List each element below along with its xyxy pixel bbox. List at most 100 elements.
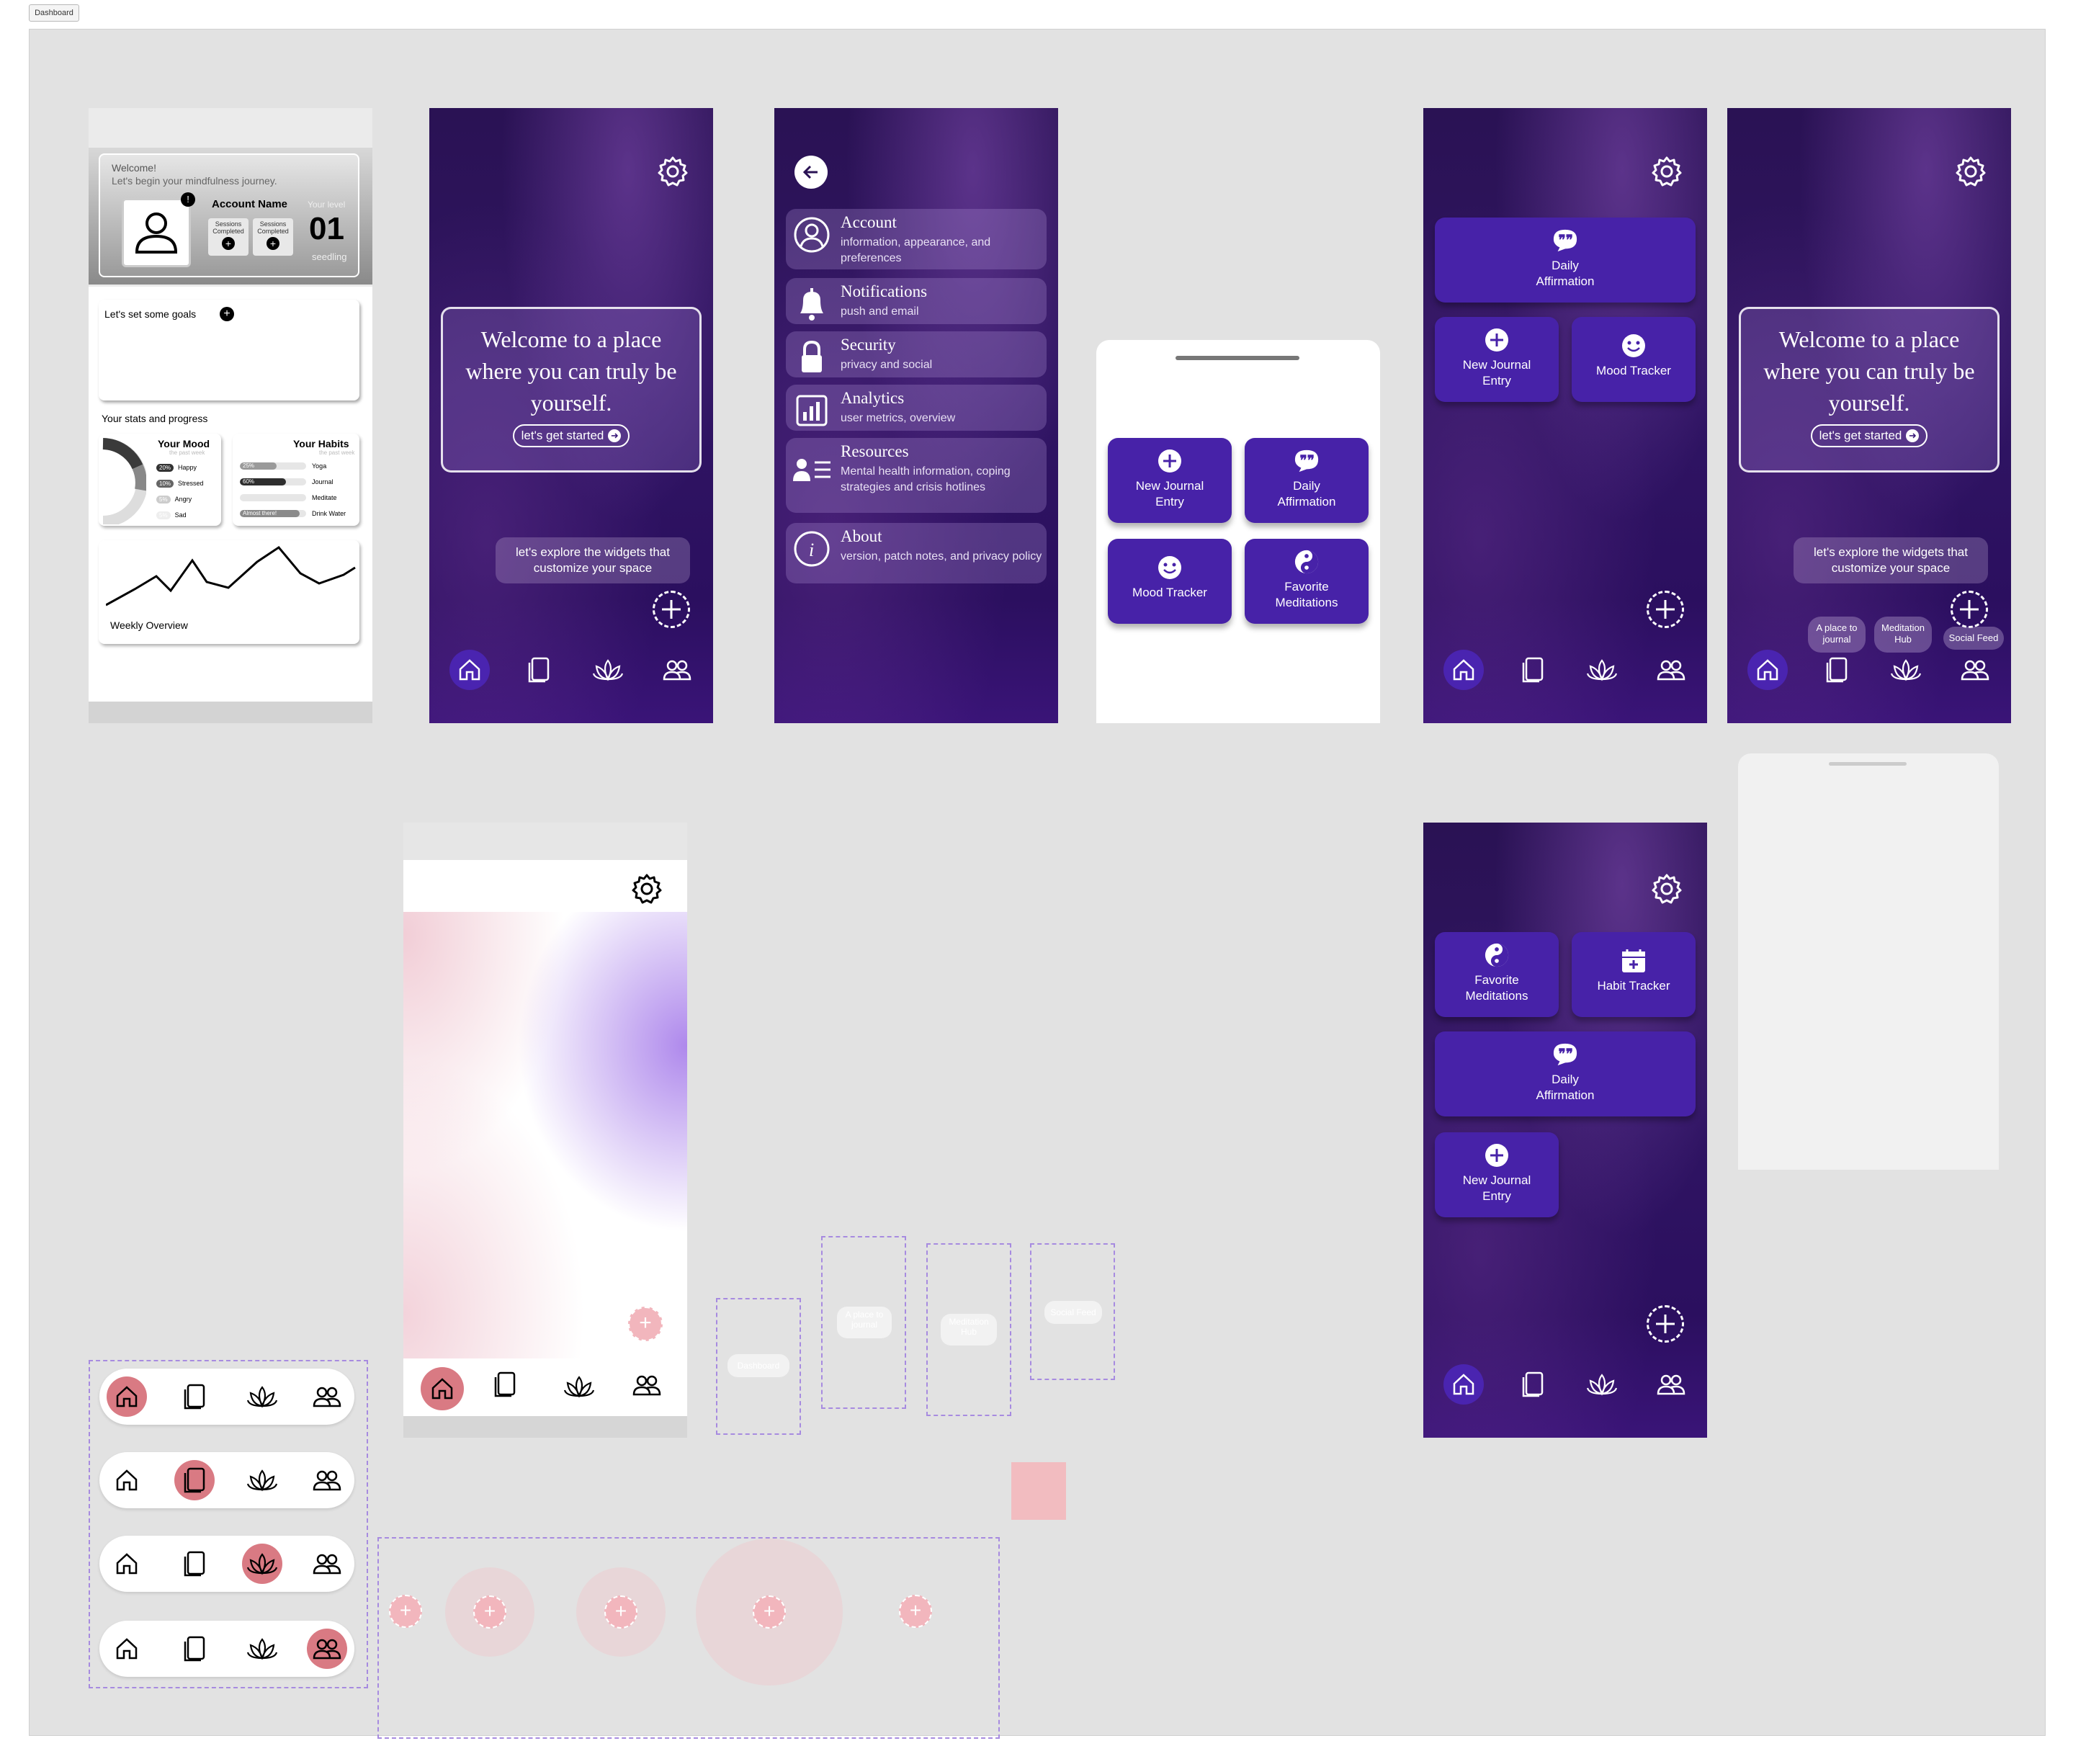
goals-card[interactable]: Let's set some goals + bbox=[99, 300, 359, 400]
navbar-variant-meditation[interactable] bbox=[99, 1536, 354, 1592]
nav-journal[interactable] bbox=[174, 1460, 215, 1500]
journal-icon bbox=[1522, 657, 1544, 683]
nav-social[interactable] bbox=[1955, 650, 1995, 690]
plus-variant-halo-large[interactable]: + bbox=[696, 1539, 843, 1685]
ghost-label-journal[interactable]: A place to journal bbox=[837, 1307, 892, 1338]
nav-social[interactable] bbox=[632, 1373, 661, 1401]
nav-social[interactable] bbox=[1651, 650, 1691, 690]
nav-journal[interactable] bbox=[1817, 650, 1857, 690]
nav-meditation[interactable] bbox=[588, 650, 628, 690]
nav-home[interactable] bbox=[107, 1544, 147, 1584]
gear-icon[interactable] bbox=[657, 156, 689, 187]
nav-journal[interactable] bbox=[1513, 1364, 1553, 1405]
gear-icon[interactable] bbox=[1651, 156, 1683, 187]
widget-favorite-meditations[interactable]: Favorite Meditations bbox=[1435, 932, 1559, 1017]
nav-meditation[interactable] bbox=[1886, 650, 1926, 690]
add-goal-icon[interactable]: + bbox=[220, 307, 234, 321]
add-session-icon[interactable]: + bbox=[267, 237, 279, 250]
nav-hint-journal[interactable]: A place to journal bbox=[1808, 617, 1866, 653]
habit-row: Meditate bbox=[240, 490, 355, 506]
nav-home[interactable] bbox=[1443, 650, 1484, 690]
nav-meditation[interactable] bbox=[242, 1544, 282, 1584]
add-widget-button[interactable] bbox=[1647, 1305, 1684, 1343]
settings-row-analytics[interactable]: Analytics user metrics, overview bbox=[786, 385, 1047, 431]
settings-row-notifications[interactable]: Notifications push and email bbox=[786, 278, 1047, 324]
profile-card: Welcome! Let's begin your mindfulness jo… bbox=[99, 153, 359, 277]
nav-home[interactable] bbox=[1747, 650, 1788, 690]
nav-journal[interactable] bbox=[174, 1376, 215, 1417]
add-widget-button[interactable] bbox=[1951, 591, 1988, 628]
nav-home[interactable] bbox=[449, 650, 490, 690]
mood-card[interactable]: Your Mood the past week 20% Happy 10% Stre… bbox=[99, 434, 221, 526]
ghost-label-social[interactable]: Social Feed bbox=[1044, 1301, 1102, 1324]
add-widget-button[interactable]: + bbox=[628, 1307, 663, 1341]
notification-badge[interactable]: ! bbox=[181, 192, 195, 207]
widget-habit-tracker[interactable]: Habit Tracker bbox=[1572, 932, 1696, 1017]
nav-meditation[interactable] bbox=[1582, 1364, 1622, 1405]
add-session-icon[interactable]: + bbox=[222, 237, 235, 250]
ghost-label-meditation[interactable]: Meditation Hub bbox=[941, 1314, 997, 1346]
nav-social[interactable] bbox=[307, 1544, 347, 1584]
habits-card[interactable]: Your Habits the past week 25% Yoga 60% Jou… bbox=[233, 434, 359, 526]
nav-meditation[interactable] bbox=[242, 1460, 282, 1500]
add-widget-button[interactable] bbox=[1647, 591, 1684, 628]
settings-row-about[interactable]: i About version, patch notes, and privac… bbox=[786, 523, 1047, 583]
ghost-label-dashboard[interactable]: Dashboard bbox=[727, 1354, 789, 1377]
navbar-variant-social[interactable] bbox=[99, 1621, 354, 1677]
gear-icon[interactable] bbox=[1651, 873, 1683, 905]
nav-journal[interactable] bbox=[174, 1629, 215, 1669]
nav-meditation[interactable] bbox=[242, 1376, 282, 1417]
widget-mood-tracker[interactable]: Mood Tracker bbox=[1108, 539, 1232, 624]
widget-daily-affirmation[interactable]: ❞❞ Daily Affirmation bbox=[1245, 438, 1369, 523]
nav-home[interactable] bbox=[107, 1460, 147, 1500]
widget-new-journal[interactable]: New Journal Entry bbox=[1435, 317, 1559, 402]
nav-hint-social[interactable]: Social Feed bbox=[1943, 627, 2004, 650]
nav-home[interactable] bbox=[107, 1376, 147, 1417]
gear-icon[interactable] bbox=[1955, 156, 1987, 187]
navbar-variant-journal[interactable] bbox=[99, 1452, 354, 1508]
settings-row-resources[interactable]: Resources Mental health information, cop… bbox=[786, 438, 1047, 513]
plus-variant-plain[interactable]: + bbox=[899, 1595, 932, 1628]
settings-row-security[interactable]: Security privacy and social bbox=[786, 331, 1047, 377]
widget-new-journal[interactable]: New Journal Entry bbox=[1108, 438, 1232, 523]
widget-mood-tracker[interactable]: Mood Tracker bbox=[1572, 317, 1696, 402]
navbar-variant-home[interactable] bbox=[99, 1369, 354, 1425]
nav-social[interactable] bbox=[657, 650, 697, 690]
get-started-button[interactable]: let's get started ➜ bbox=[1810, 424, 1928, 447]
sheet-handle[interactable] bbox=[1176, 356, 1299, 360]
nav-journal[interactable] bbox=[493, 1371, 517, 1401]
level-label: Your level bbox=[308, 200, 346, 210]
widget-favorite-meditations[interactable]: Favorite Meditations bbox=[1245, 539, 1369, 624]
nav-hint-meditation[interactable]: Meditation Hub bbox=[1874, 617, 1932, 653]
weekly-overview-card[interactable]: Weekly Overview bbox=[99, 540, 359, 644]
goals-label: Let's set some goals bbox=[104, 308, 197, 320]
back-button[interactable] bbox=[794, 156, 828, 189]
nav-home[interactable] bbox=[1443, 1364, 1484, 1405]
settings-row-account[interactable]: Account information, appearance, and pre… bbox=[786, 209, 1047, 269]
nav-journal[interactable] bbox=[519, 650, 559, 690]
widget-new-journal[interactable]: New Journal Entry bbox=[1435, 1132, 1559, 1217]
nav-social[interactable] bbox=[307, 1376, 347, 1417]
add-widget-button[interactable] bbox=[653, 591, 690, 628]
nav-home[interactable] bbox=[421, 1367, 464, 1410]
nav-home[interactable] bbox=[107, 1629, 147, 1669]
nav-meditation[interactable] bbox=[242, 1629, 282, 1669]
gear-icon[interactable] bbox=[631, 873, 663, 905]
frame-label[interactable]: Dashboard bbox=[29, 4, 79, 22]
sheet-handle[interactable] bbox=[1829, 762, 1907, 766]
get-started-button[interactable]: let's get started ➜ bbox=[512, 424, 630, 447]
plus-variant-small[interactable]: + bbox=[389, 1595, 422, 1628]
nav-meditation[interactable] bbox=[563, 1374, 595, 1402]
avatar[interactable] bbox=[122, 198, 191, 267]
home-icon bbox=[459, 659, 480, 681]
widget-daily-affirmation[interactable]: ❞❞ Daily Affirmation bbox=[1435, 218, 1696, 303]
plus-variant-halo-2[interactable]: + bbox=[576, 1567, 666, 1657]
widget-daily-affirmation[interactable]: ❞❞ Daily Affirmation bbox=[1435, 1031, 1696, 1116]
nav-meditation[interactable] bbox=[1582, 650, 1622, 690]
nav-journal[interactable] bbox=[1513, 650, 1553, 690]
nav-social[interactable] bbox=[307, 1460, 347, 1500]
nav-journal[interactable] bbox=[174, 1544, 215, 1584]
nav-social[interactable] bbox=[307, 1629, 347, 1669]
nav-social[interactable] bbox=[1651, 1364, 1691, 1405]
plus-variant-halo-1[interactable]: + bbox=[445, 1567, 534, 1657]
